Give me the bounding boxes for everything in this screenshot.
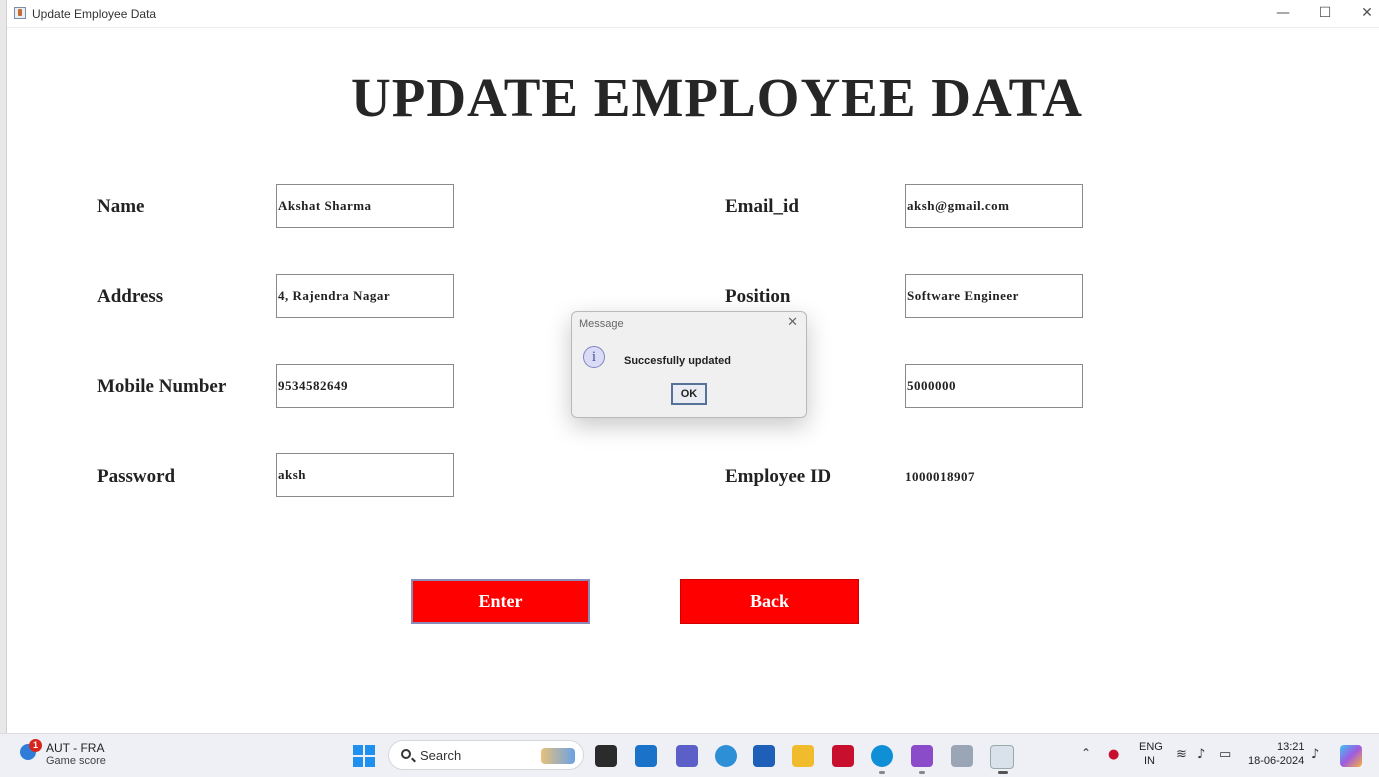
java-app-icon <box>14 7 26 19</box>
search-label: Search <box>420 748 462 763</box>
teams-icon[interactable] <box>676 745 698 767</box>
employee-id-label: Employee ID <box>725 466 832 487</box>
start-button[interactable] <box>353 745 375 767</box>
language-region: IN <box>1144 755 1155 767</box>
mobile-number-field[interactable]: 9534582649 <box>276 364 454 408</box>
dialog-close-icon[interactable]: ✕ <box>787 315 798 330</box>
taskbar-search[interactable]: Search <box>388 740 584 770</box>
email-label: Email_id <box>725 196 799 217</box>
wifi-icon[interactable]: ≋ <box>1176 747 1187 762</box>
minimize-button[interactable]: — <box>1265 3 1301 23</box>
snipping-tool-icon[interactable] <box>951 745 973 767</box>
mail-icon[interactable] <box>635 745 657 767</box>
notification-bell-icon[interactable]: ♪ <box>1311 747 1319 762</box>
name-field[interactable]: Akshat Sharma <box>276 184 454 228</box>
widget-badge: 1 <box>29 739 42 752</box>
password-field[interactable]: aksh <box>276 453 454 497</box>
java-active-indicator <box>998 771 1008 774</box>
position-field[interactable]: Software Engineer <box>905 274 1083 318</box>
maximize-button[interactable]: ☐ <box>1307 3 1343 23</box>
back-button[interactable]: Back <box>680 579 859 624</box>
mcafee-tray-icon[interactable]: ● <box>1108 747 1119 762</box>
edge-icon[interactable] <box>871 745 893 767</box>
app-running-indicator <box>919 771 925 774</box>
password-label: Password <box>97 466 176 487</box>
java-taskbar-icon[interactable] <box>990 745 1014 769</box>
language-indicator[interactable]: ENG <box>1139 741 1163 753</box>
page-title: UPDATE EMPLOYEE DATA <box>351 67 1083 128</box>
salary-field[interactable]: 5000000 <box>905 364 1083 408</box>
ok-button[interactable]: OK <box>671 383 707 405</box>
app-icon-hex[interactable] <box>911 745 933 767</box>
copilot-icon[interactable] <box>1340 745 1362 767</box>
search-highlight-icon <box>541 748 575 764</box>
dialog-message: Succesfully updated <box>624 355 731 367</box>
copilot-ie-icon[interactable] <box>715 745 737 767</box>
title-bar: Update Employee Data — ☐ ✕ <box>7 0 1379 28</box>
clock-time[interactable]: 13:21 <box>1277 741 1305 753</box>
edge-running-indicator <box>879 771 885 774</box>
mobile-number-label: Mobile Number <box>97 376 227 397</box>
enter-button[interactable]: Enter <box>411 579 590 624</box>
info-icon: i <box>583 346 605 368</box>
message-dialog: Message ✕ i Succesfully updated OK <box>571 311 807 418</box>
widget-title[interactable]: AUT - FRA <box>46 741 104 755</box>
store-icon[interactable] <box>753 745 775 767</box>
volume-icon[interactable]: ♪ <box>1197 747 1205 762</box>
chevron-up-icon[interactable]: ⌃ <box>1081 746 1091 760</box>
address-label: Address <box>97 286 164 307</box>
address-field[interactable]: 4, Rajendra Nagar <box>276 274 454 318</box>
close-window-button[interactable]: ✕ <box>1349 3 1379 23</box>
email-field[interactable]: aksh@gmail.com <box>905 184 1083 228</box>
mcafee-icon[interactable] <box>832 745 854 767</box>
name-label: Name <box>97 196 145 217</box>
window-title: Update Employee Data <box>32 7 157 21</box>
battery-icon[interactable]: ▭ <box>1219 747 1231 762</box>
widget-subtitle: Game score <box>46 755 106 767</box>
clock-date[interactable]: 18-06-2024 <box>1248 755 1304 767</box>
taskbar: 1 AUT - FRA Game score Search ⌃ ● ENG IN… <box>0 733 1379 777</box>
dialog-title: Message <box>579 318 624 330</box>
search-icon <box>401 749 411 759</box>
file-explorer-icon[interactable] <box>792 745 814 767</box>
task-view-icon[interactable] <box>595 745 617 767</box>
position-label: Position <box>725 286 791 307</box>
employee-id-value: 1000018907 <box>905 469 975 484</box>
